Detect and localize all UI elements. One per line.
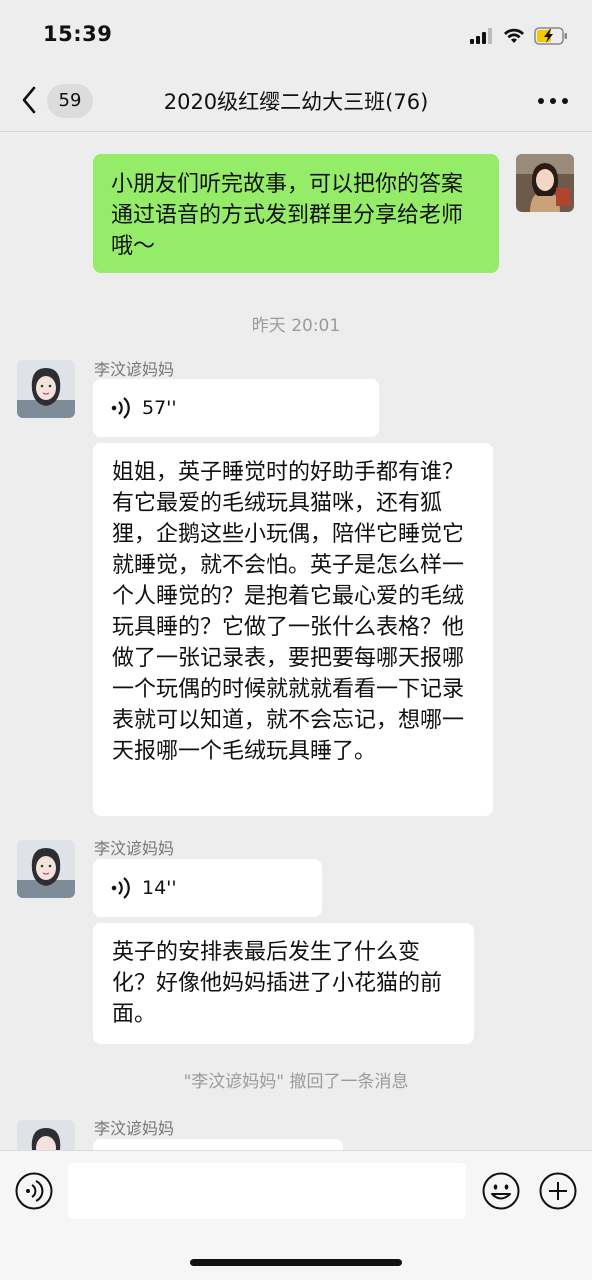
message-input[interactable] (68, 1163, 466, 1219)
sender-avatar[interactable] (17, 360, 75, 418)
outgoing-message-bubble[interactable]: 小朋友们听完故事，可以把你的答案通过语音的方式发到群里分享给老师哦～ (93, 154, 499, 273)
my-avatar[interactable] (516, 154, 574, 212)
sender-name: 李汶谚妈妈 (94, 1119, 175, 1138)
voice-input-icon[interactable] (14, 1171, 54, 1211)
message-text: 英子的安排表最后发生了什么变化？好像他妈妈插进了小花猫的前面。 (112, 940, 443, 1027)
wifi-icon (504, 28, 524, 43)
incoming-message-bubble[interactable]: 姐姐，英子睡觉时的好助手都有谁？有它最爱的毛绒玩具猫咪，还有狐狸，企鹅这些小玩偶… (93, 443, 493, 816)
voice-wave-icon (111, 877, 130, 899)
plus-icon[interactable] (538, 1171, 578, 1211)
battery-charging-icon (534, 27, 567, 45)
emoji-icon[interactable] (481, 1171, 521, 1211)
sender-name: 李汶谚妈妈 (94, 360, 175, 379)
recall-notice: "李汶谚妈妈" 撤回了一条消息 (183, 1072, 409, 1092)
chat-title: 2020级红缨二幼大三班(76) (163, 90, 429, 114)
voice-message[interactable]: 57'' (93, 379, 379, 437)
message-text: 姐姐，英子睡觉时的好助手都有谁？有它最爱的毛绒玩具猫咪，还有狐狸，企鹅这些小玩偶… (112, 460, 465, 764)
status-bar: 15:39 (0, 0, 592, 70)
unread-count-badge[interactable]: 59 (47, 84, 93, 118)
voice-duration: 57'' (142, 397, 177, 419)
chat-header: 59 2020级红缨二幼大三班(76) (0, 70, 592, 132)
sender-avatar[interactable] (17, 840, 75, 898)
more-options-icon[interactable] (538, 96, 568, 106)
signal-icon (470, 28, 492, 44)
home-indicator (190, 1259, 402, 1266)
message-text: 小朋友们听完故事，可以把你的答案通过语音的方式发到群里分享给老师哦～ (111, 172, 464, 259)
incoming-message-bubble[interactable]: 英子的安排表最后发生了什么变化？好像他妈妈插进了小花猫的前面。 (93, 923, 474, 1044)
sender-name: 李汶谚妈妈 (94, 839, 175, 858)
voice-message[interactable]: 14'' (93, 859, 322, 917)
voice-duration: 14'' (142, 877, 177, 899)
message-timestamp: 昨天 20:01 (251, 316, 341, 336)
status-time: 15:39 (43, 22, 113, 46)
voice-wave-icon (111, 397, 130, 419)
status-icons (470, 25, 568, 47)
